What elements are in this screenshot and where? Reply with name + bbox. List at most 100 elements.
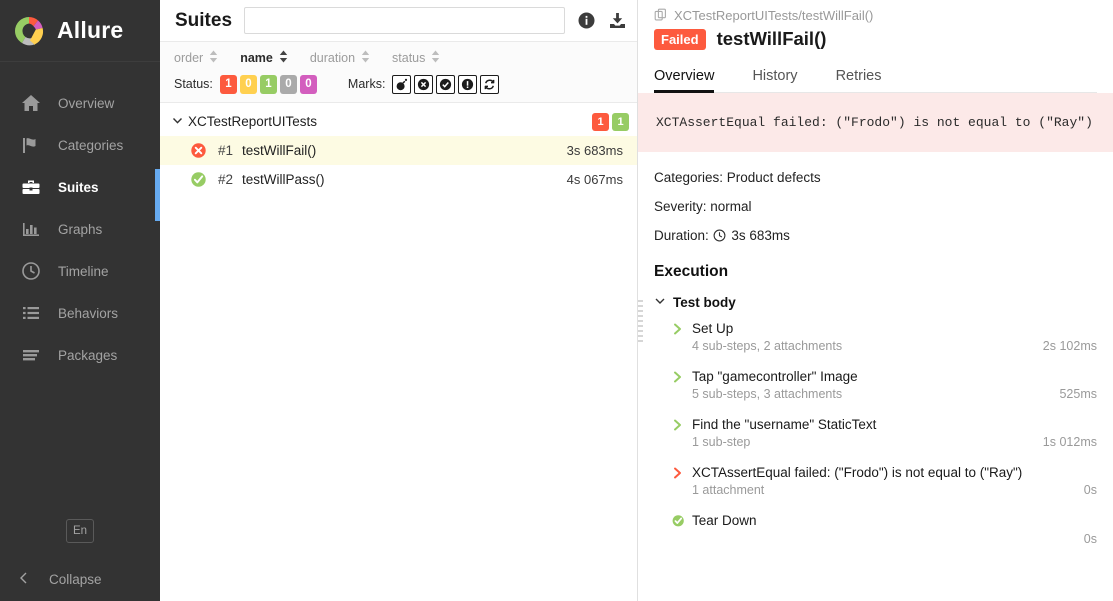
step-name: Find the "username" StaticText <box>692 416 1033 433</box>
status-chip-skipped[interactable]: 0 <box>280 75 297 94</box>
status-chip-unknown[interactable]: 0 <box>300 75 317 94</box>
test-duration: 3s 683ms <box>567 143 623 158</box>
test-body-toggle[interactable]: Test body <box>638 281 1113 310</box>
copy-icon[interactable] <box>654 8 668 22</box>
clock-icon <box>713 229 726 245</box>
sort-and-filter-bar: order name duratio <box>160 41 637 103</box>
suite-row[interactable]: XCTestReportUITests 1 1 <box>160 107 637 136</box>
sort-column-duration[interactable]: duration <box>310 50 370 66</box>
step-substeps: 4 sub-steps, 2 attachments <box>692 339 1033 353</box>
test-order: #1 <box>218 143 233 158</box>
sort-column-name[interactable]: name <box>240 50 288 66</box>
language-button[interactable]: En <box>66 519 94 543</box>
marks-buttons <box>392 75 499 94</box>
panel-resize-handle[interactable] <box>638 300 643 342</box>
sidebar-item-packages[interactable]: Packages <box>0 334 160 376</box>
chevron-right-failed-icon[interactable] <box>672 466 686 480</box>
detail-tabs: Overview History Retries <box>654 64 1097 93</box>
step-name: Tap "gamecontroller" Image <box>692 368 1049 385</box>
sidebar-item-label: Suites <box>58 180 99 195</box>
layers-icon <box>20 344 42 366</box>
sidebar-item-suites[interactable]: Suites <box>0 166 160 208</box>
duration-label: Duration: <box>654 228 709 243</box>
step-substeps: 1 attachment <box>692 483 1074 497</box>
sort-arrows-icon <box>279 50 288 66</box>
sidebar-item-graphs[interactable]: Graphs <box>0 208 160 250</box>
step-main: XCTAssertEqual failed: ("Frodo") is not … <box>692 464 1074 497</box>
status-chips: 1 0 1 0 0 <box>220 75 317 94</box>
breadcrumb-text: XCTestReportUITests/testWillFail() <box>674 8 873 23</box>
step-duration: 525ms <box>1049 387 1097 401</box>
allure-logo-icon <box>12 14 46 48</box>
step-name: XCTAssertEqual failed: ("Frodo") is not … <box>692 464 1074 481</box>
sort-column-order[interactable]: order <box>174 50 218 66</box>
error-message-box: XCTAssertEqual failed: ("Frodo") is not … <box>638 93 1113 152</box>
sidebar-item-timeline[interactable]: Timeline <box>0 250 160 292</box>
circle-x-icon[interactable] <box>414 75 433 94</box>
sidebar-item-categories[interactable]: Categories <box>0 124 160 166</box>
detail-header: XCTestReportUITests/testWillFail() Faile… <box>638 0 1113 93</box>
sort-arrows-icon <box>209 50 218 66</box>
step-row[interactable]: XCTAssertEqual failed: ("Frodo") is not … <box>672 464 1097 497</box>
sidebar-nav: Overview Categories <box>0 62 160 376</box>
status-chip-failed[interactable]: 1 <box>220 75 237 94</box>
sidebar-item-label: Timeline <box>58 264 109 279</box>
chevron-right-passed-icon[interactable] <box>672 322 686 336</box>
tab-history[interactable]: History <box>752 64 815 92</box>
chevron-down-icon <box>654 295 666 310</box>
retry-icon[interactable] <box>480 75 499 94</box>
chevron-right-passed-icon[interactable] <box>672 370 686 384</box>
step-main: Find the "username" StaticText 1 sub-ste… <box>692 416 1033 449</box>
duration-value: 3s 683ms <box>731 228 790 243</box>
sort-label: duration <box>310 51 355 65</box>
clock-icon <box>20 260 42 282</box>
test-duration: 4s 067ms <box>567 172 623 187</box>
step-substeps <box>692 531 1074 546</box>
detail-meta: Categories: Product defects Severity: no… <box>638 152 1113 245</box>
download-icon[interactable] <box>608 11 627 30</box>
sort-label: order <box>174 51 203 65</box>
collapse-button[interactable]: Collapse <box>0 557 160 601</box>
step-duration: 0s <box>1074 483 1097 497</box>
breadcrumb[interactable]: XCTestReportUITests/testWillFail() <box>654 0 1097 24</box>
sort-column-status[interactable]: status <box>392 50 440 66</box>
search-input[interactable] <box>244 7 565 34</box>
brand-header[interactable]: Allure <box>0 0 160 62</box>
sidebar-item-label: Behaviors <box>58 306 118 321</box>
sidebar-item-overview[interactable]: Overview <box>0 82 160 124</box>
circle-check-icon[interactable] <box>436 75 455 94</box>
step-substeps: 1 sub-step <box>692 435 1033 449</box>
test-name: testWillFail() <box>242 143 316 158</box>
test-row[interactable]: #1 testWillFail() 3s 683ms <box>160 136 637 165</box>
status-badge: Failed <box>654 29 706 50</box>
tab-overview[interactable]: Overview <box>654 64 732 92</box>
status-chip-broken[interactable]: 0 <box>240 75 257 94</box>
chevron-right-passed-icon[interactable] <box>672 418 686 432</box>
status-chip-passed[interactable]: 1 <box>260 75 277 94</box>
categories-line: Categories: Product defects <box>654 170 1097 185</box>
flag-icon <box>20 134 42 156</box>
test-detail-panel: XCTestReportUITests/testWillFail() Faile… <box>638 0 1113 601</box>
step-name: Set Up <box>692 320 1033 337</box>
step-row[interactable]: Tear Down 0s <box>672 512 1097 546</box>
tab-retries[interactable]: Retries <box>836 64 900 92</box>
sort-arrows-icon <box>361 50 370 66</box>
step-row[interactable]: Set Up 4 sub-steps, 2 attachments 2s 102… <box>672 320 1097 353</box>
sidebar-spacer <box>0 376 160 519</box>
step-substeps: 5 sub-steps, 3 attachments <box>692 387 1049 401</box>
circle-check-passed-icon <box>672 514 686 528</box>
suite-status-counts: 1 1 <box>592 113 629 131</box>
step-row[interactable]: Tap "gamecontroller" Image 5 sub-steps, … <box>672 368 1097 401</box>
bomb-icon[interactable] <box>392 75 411 94</box>
bar-chart-icon <box>20 218 42 240</box>
circle-info-icon[interactable] <box>458 75 477 94</box>
info-icon[interactable] <box>577 11 596 30</box>
sidebar-item-label: Graphs <box>58 222 102 237</box>
execution-heading: Execution <box>638 259 1113 281</box>
step-duration: 2s 102ms <box>1033 339 1097 353</box>
suite-count-passed: 1 <box>612 113 629 131</box>
status-failed-icon <box>190 142 207 159</box>
test-row[interactable]: #2 testWillPass() 4s 067ms <box>160 165 637 194</box>
step-row[interactable]: Find the "username" StaticText 1 sub-ste… <box>672 416 1097 449</box>
sidebar-item-behaviors[interactable]: Behaviors <box>0 292 160 334</box>
